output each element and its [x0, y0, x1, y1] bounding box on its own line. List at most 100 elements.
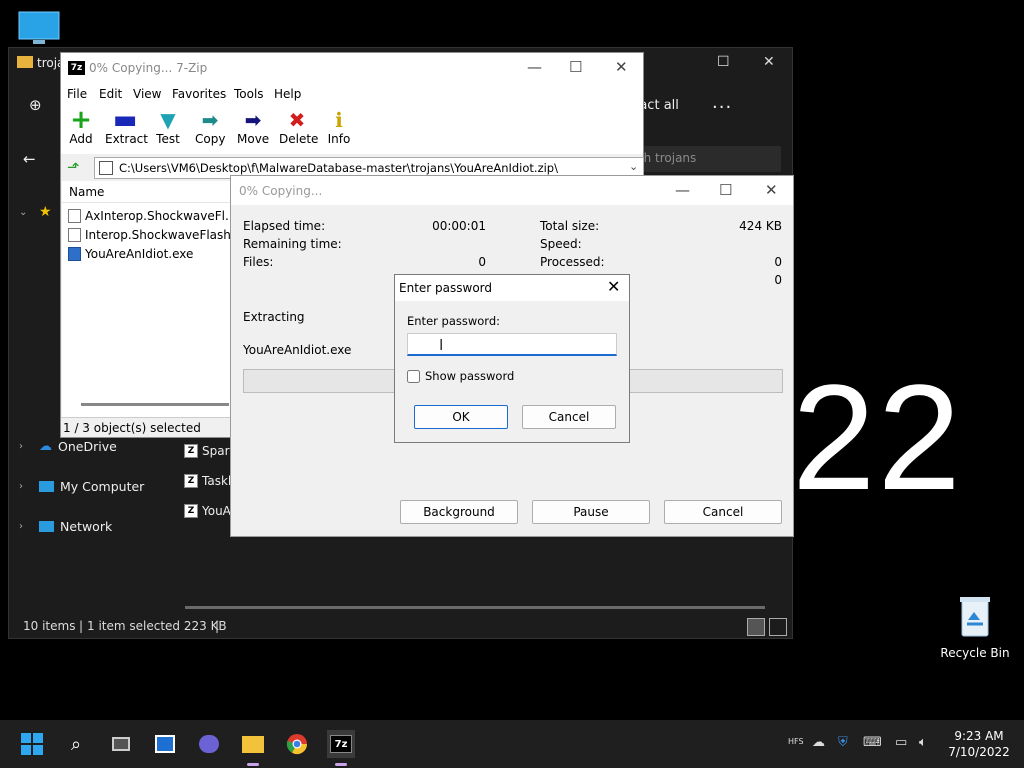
processed-value: 0 [774, 255, 782, 269]
chrome-icon[interactable] [283, 730, 311, 758]
input-language-indicator[interactable]: HFS [788, 737, 804, 746]
file-explorer-icon[interactable] [239, 730, 267, 766]
item-count: 10 items [23, 619, 76, 633]
task-view-icon[interactable] [107, 730, 135, 758]
remaining-time-label: Remaining time: [243, 237, 342, 251]
chevron-down-icon: ⌄ [19, 206, 28, 218]
archive-icon: Z [184, 474, 198, 488]
nav-onedrive-label: OneDrive [58, 438, 117, 454]
maximize-icon[interactable]: ☐ [717, 54, 730, 70]
extract-button[interactable]: ▬ Extract [105, 107, 148, 146]
nav-my-computer-label: My Computer [60, 478, 145, 494]
search-icon[interactable]: ⌕ [62, 730, 90, 758]
up-folder-icon[interactable]: ⬏ [67, 158, 80, 176]
recycle-bin-icon [960, 597, 990, 637]
cloud-off-icon[interactable]: ☁ [812, 735, 825, 750]
cloud-icon: ☁ [39, 438, 52, 454]
menu-help[interactable]: Help [274, 87, 301, 101]
maximize-icon[interactable]: ☐ [569, 58, 582, 76]
new-icon[interactable]: ⊕ [29, 96, 42, 114]
plus-icon: + [70, 105, 92, 135]
password-dialog-title: Enter password [399, 281, 492, 295]
check-icon: ▼ [160, 108, 176, 132]
background-button[interactable]: Background [400, 500, 518, 524]
explorer-status-bar: 10 items | 1 item selected 223 KB | [23, 619, 227, 633]
volume-icon[interactable]: 🔈︎ [919, 735, 927, 750]
horizontal-scrollbar[interactable] [81, 403, 229, 406]
ok-button[interactable]: OK [414, 405, 508, 429]
menu-edit[interactable]: Edit [99, 87, 122, 101]
security-shield-icon[interactable]: ⛨ [838, 735, 848, 750]
pause-button[interactable]: Pause [532, 500, 650, 524]
text-cursor-icon: I [439, 336, 444, 354]
star-icon: ★ [39, 204, 52, 220]
minimize-icon[interactable]: — [675, 181, 690, 199]
menu-tools[interactable]: Tools [234, 87, 264, 101]
tiles-view-button[interactable] [769, 618, 787, 636]
horizontal-scrollbar[interactable] [185, 606, 765, 609]
list-item[interactable]: Interop.ShockwaveFlash... [68, 225, 242, 244]
7zip-taskbar-icon[interactable]: 7z [327, 730, 355, 766]
details-view-button[interactable] [747, 618, 765, 636]
maximize-icon[interactable]: ☐ [719, 181, 732, 199]
processed-label: Processed: [540, 255, 605, 269]
archive-icon: Z [184, 444, 198, 458]
show-password-checkbox[interactable]: Show password [407, 369, 514, 383]
file-icon [68, 227, 81, 242]
enter-password-dialog: Enter password ✕ Enter password: I Show … [394, 274, 630, 443]
elapsed-time-label: Elapsed time: [243, 219, 326, 233]
close-icon[interactable]: ✕ [607, 277, 620, 296]
network-icon[interactable]: ▭ [895, 735, 907, 750]
start-button[interactable] [18, 730, 46, 758]
taskbar-clock[interactable]: 9:23 AM 7/10/2022 [944, 728, 1014, 760]
menu-file[interactable]: File [67, 87, 87, 101]
this-pc-icon[interactable] [17, 10, 61, 46]
add-button[interactable]: + Add [69, 105, 93, 146]
list-item[interactable]: YouAreAnIdiot.exe [68, 244, 193, 263]
widgets-icon[interactable] [151, 730, 179, 758]
menu-view[interactable]: View [133, 87, 161, 101]
total-size-label: Total size: [540, 219, 600, 233]
compressed-value: 0 [774, 273, 782, 287]
nav-network[interactable]: › Network [19, 516, 112, 536]
elapsed-time-value: 00:00:01 [432, 219, 486, 233]
current-file-label: YouAreAnIdiot.exe [243, 343, 352, 357]
column-header-name[interactable]: Name [62, 181, 232, 203]
chevron-right-icon: › [19, 480, 23, 492]
close-icon[interactable]: ✕ [615, 58, 628, 76]
7zip-logo-icon: 7z [68, 61, 85, 75]
show-password-check[interactable] [407, 369, 420, 383]
recycle-bin-label: Recycle Bin [940, 646, 1010, 660]
more-options-button[interactable]: ... [712, 92, 732, 113]
selection-info: 1 item selected 223 KB [87, 619, 227, 633]
chevron-right-icon: › [19, 520, 23, 532]
delete-button[interactable]: ✖ Delete [279, 108, 318, 146]
list-item[interactable]: Z Spar [184, 440, 230, 462]
list-item[interactable]: Z YouA [184, 500, 231, 522]
copy-button[interactable]: ➡ Copy [195, 108, 225, 146]
recycle-bin[interactable]: Recycle Bin [940, 594, 1010, 660]
7zip-titlebar: 7z 0% Copying... 7-Zip — ☐ ✕ [61, 53, 643, 84]
close-icon[interactable]: ✕ [765, 181, 778, 199]
move-button[interactable]: ➡ Move [237, 108, 269, 146]
archive-icon: Z [184, 504, 198, 518]
menu-favorites[interactable]: Favorites [172, 87, 226, 101]
chat-icon[interactable] [195, 730, 223, 758]
test-button[interactable]: ▼ Test [155, 108, 181, 146]
info-button[interactable]: ℹ Info [327, 108, 351, 146]
chevron-down-icon[interactable]: ⌄ [629, 160, 638, 173]
nav-onedrive[interactable]: › ☁ OneDrive [19, 436, 117, 456]
nav-my-computer[interactable]: › My Computer [19, 476, 144, 496]
password-label: Enter password: [407, 314, 500, 328]
keyboard-icon[interactable]: ⌨ [863, 735, 882, 750]
close-icon[interactable]: ✕ [763, 54, 775, 70]
explorer-search-input[interactable]: ch trojans [629, 146, 781, 172]
nav-network-label: Network [60, 518, 113, 534]
minimize-icon[interactable]: — [527, 58, 542, 76]
cancel-copy-button[interactable]: Cancel [664, 500, 782, 524]
list-item[interactable]: AxInterop.ShockwaveFl... [68, 206, 236, 225]
cancel-button[interactable]: Cancel [522, 405, 616, 429]
operation-label: Extracting [243, 310, 305, 324]
nav-quick-access[interactable]: ⌄ ★ [19, 202, 52, 222]
list-item[interactable]: Z Taskl [184, 470, 231, 492]
